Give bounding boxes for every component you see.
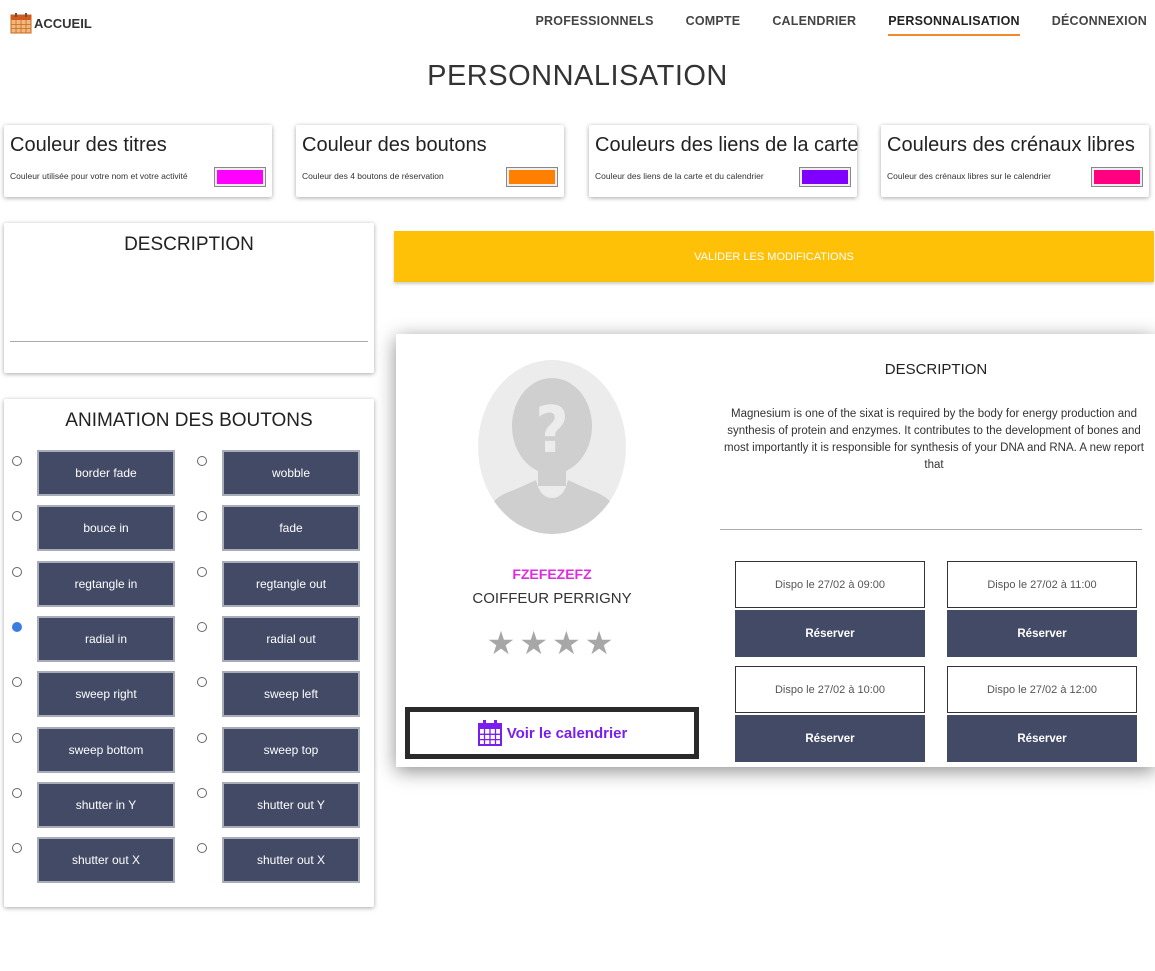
animation-option[interactable]: sweep right bbox=[37, 671, 175, 718]
color-card-description: Couleur des liens de la carte et du cale… bbox=[595, 171, 764, 181]
home-link[interactable]: ACCUEIL bbox=[10, 12, 92, 34]
description-editor-title: DESCRIPTION bbox=[124, 234, 254, 255]
animation-option[interactable]: fade bbox=[222, 505, 360, 552]
animation-radio[interactable] bbox=[12, 566, 22, 577]
animation-radio[interactable] bbox=[12, 732, 22, 743]
animation-radio[interactable] bbox=[197, 677, 207, 688]
animation-radio[interactable] bbox=[197, 456, 207, 466]
reserve-button[interactable]: Réserver bbox=[735, 715, 925, 762]
color-card-title: Couleur des titres bbox=[10, 134, 167, 156]
animation-radio[interactable] bbox=[12, 456, 22, 466]
preview-activity: COIFFEUR PERRIGNY bbox=[472, 590, 632, 607]
slot-label: Dispo le 27/02 à 09:00 bbox=[735, 561, 925, 608]
animation-radio[interactable] bbox=[12, 843, 22, 854]
description-underline bbox=[10, 341, 368, 342]
color-card-title: Couleurs des crénaux libres bbox=[887, 134, 1135, 156]
preview-card: ? FZEFEZEFZ COIFFEUR PERRIGNY ★★★★ Voir … bbox=[396, 334, 1155, 767]
animation-option[interactable]: shutter out X bbox=[37, 837, 175, 884]
slot-label: Dispo le 27/02 à 10:00 bbox=[735, 666, 925, 713]
top-nav: ACCUEIL PROFESSIONNELS COMPTE CALENDRIER… bbox=[0, 0, 1155, 46]
color-picker[interactable] bbox=[799, 167, 851, 187]
color-card-description: Couleur des crénaux libres sur le calend… bbox=[887, 171, 1051, 181]
animation-option[interactable]: shutter out X bbox=[222, 837, 360, 884]
nav-links: PROFESSIONNELS COMPTE CALENDRIER PERSONN… bbox=[536, 14, 1147, 36]
calendar-icon bbox=[477, 720, 502, 746]
reserve-button[interactable]: Réserver bbox=[947, 610, 1137, 657]
animation-option[interactable]: shutter out Y bbox=[222, 781, 360, 828]
animation-option[interactable]: sweep left bbox=[222, 671, 360, 718]
color-swatch bbox=[1094, 170, 1140, 184]
animation-radio[interactable] bbox=[197, 732, 207, 743]
animation-option[interactable]: bouce in bbox=[37, 505, 175, 552]
animation-radio[interactable] bbox=[197, 621, 207, 632]
avatar-silhouette-icon: ? bbox=[480, 378, 624, 534]
animation-radio[interactable] bbox=[12, 621, 22, 632]
avatar-placeholder: ? bbox=[478, 360, 626, 534]
color-card-links: Couleurs des liens de la carte Couleur d… bbox=[589, 125, 859, 197]
animation-option[interactable]: sweep bottom bbox=[37, 726, 175, 773]
description-editor[interactable]: DESCRIPTION bbox=[4, 223, 374, 373]
nav-professionnels[interactable]: PROFESSIONNELS bbox=[536, 14, 654, 36]
animation-option[interactable]: regtangle out bbox=[222, 560, 360, 607]
color-card-title: Couleurs des liens de la carte bbox=[595, 134, 859, 156]
color-card-title: Couleur des boutons bbox=[302, 134, 487, 156]
animation-option[interactable]: radial out bbox=[222, 615, 360, 662]
calendar-link-label: Voir le calendrier bbox=[506, 724, 628, 742]
animation-option[interactable]: radial in bbox=[37, 615, 175, 662]
reserve-button[interactable]: Réserver bbox=[735, 610, 925, 657]
rating-stars: ★★★★ bbox=[486, 625, 618, 661]
nav-compte[interactable]: COMPTE bbox=[686, 14, 741, 36]
animation-radio[interactable] bbox=[197, 511, 207, 522]
animation-option[interactable]: wobble bbox=[222, 450, 360, 496]
animation-option[interactable]: shutter in Y bbox=[37, 781, 175, 828]
color-card-titles: Couleur des titres Couleur utilisée pour… bbox=[4, 125, 272, 197]
color-picker[interactable] bbox=[214, 167, 266, 187]
description-divider bbox=[720, 529, 1142, 530]
page-title: PERSONNALISATION bbox=[427, 60, 728, 92]
preview-description-title: DESCRIPTION bbox=[884, 361, 988, 378]
preview-name: FZEFEZEFZ bbox=[512, 566, 592, 582]
animation-radio[interactable] bbox=[12, 787, 22, 798]
color-card-slots: Couleurs des crénaux libres Couleur des … bbox=[881, 125, 1149, 197]
color-swatch bbox=[217, 170, 263, 184]
validate-button[interactable]: VALIDER LES MODIFICATIONS bbox=[394, 231, 1154, 282]
nav-deconnexion[interactable]: DÉCONNEXION bbox=[1052, 14, 1147, 36]
slot-label: Dispo le 27/02 à 12:00 bbox=[947, 666, 1137, 713]
calendar-link-button[interactable]: Voir le calendrier bbox=[405, 707, 699, 759]
color-picker[interactable] bbox=[1091, 167, 1143, 187]
animation-radio[interactable] bbox=[197, 787, 207, 798]
home-label: ACCUEIL bbox=[34, 15, 92, 31]
animation-option[interactable]: regtangle in bbox=[37, 560, 175, 607]
animation-radio[interactable] bbox=[12, 677, 22, 688]
animation-option[interactable]: border fade bbox=[37, 450, 175, 496]
nav-personnalisation[interactable]: PERSONNALISATION bbox=[888, 14, 1020, 36]
slot-label: Dispo le 27/02 à 11:00 bbox=[947, 561, 1137, 608]
color-card-buttons: Couleur des boutons Couleur des 4 bouton… bbox=[296, 125, 564, 197]
color-swatch bbox=[802, 170, 848, 184]
animation-option[interactable]: sweep top bbox=[222, 726, 360, 773]
animation-radio[interactable] bbox=[197, 566, 207, 577]
animation-title: ANIMATION DES BOUTONS bbox=[65, 410, 313, 431]
animation-radio[interactable] bbox=[197, 843, 207, 854]
animation-radio[interactable] bbox=[12, 511, 22, 522]
animation-card: ANIMATION DES BOUTONS border fade wobble b… bbox=[4, 399, 374, 907]
color-card-description: Couleur des 4 boutons de réservation bbox=[302, 171, 444, 181]
reserve-button[interactable]: Réserver bbox=[947, 715, 1137, 762]
preview-description-text: Magnesium is one of the sixat is require… bbox=[724, 408, 1144, 471]
color-picker[interactable] bbox=[506, 167, 558, 187]
color-swatch bbox=[509, 170, 555, 184]
color-card-description: Couleur utilisée pour votre nom et votre… bbox=[10, 171, 188, 181]
calendar-icon bbox=[10, 13, 32, 34]
nav-calendrier[interactable]: CALENDRIER bbox=[772, 14, 856, 36]
svg-text:?: ? bbox=[535, 394, 568, 468]
